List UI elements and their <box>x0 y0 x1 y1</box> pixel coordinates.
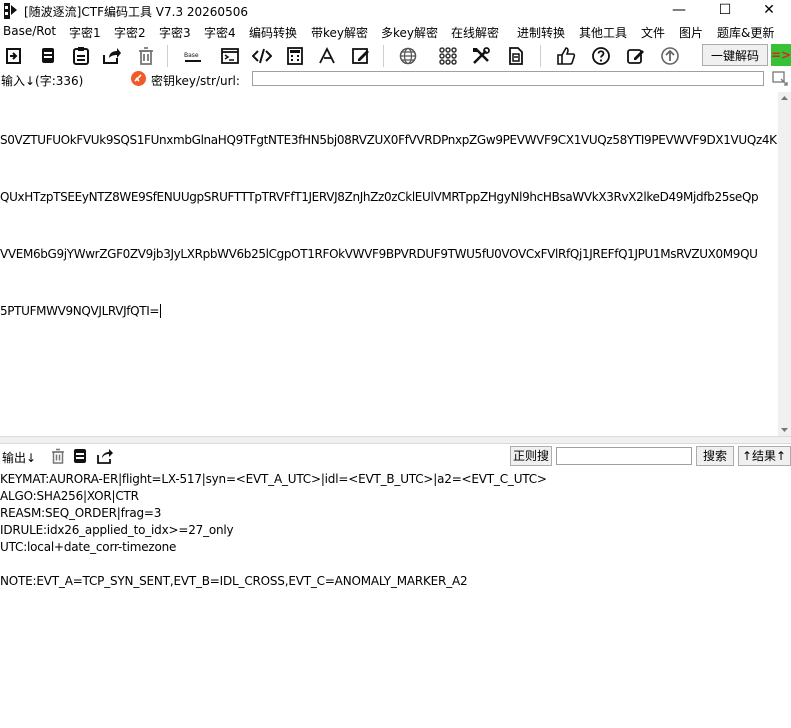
menu-radix-convert[interactable]: 进制转换 <box>517 24 565 41</box>
tools-icon[interactable] <box>471 46 491 66</box>
copy-key-icon[interactable] <box>772 71 790 87</box>
output-line: KEYMAT:AURORA-ER|flight=LX-517|syn=<EVT_… <box>0 472 547 486</box>
import-icon[interactable] <box>4 46 24 66</box>
input-scrollbar[interactable] <box>778 92 791 436</box>
font-icon[interactable] <box>317 46 337 66</box>
regex-search-button[interactable]: 正则搜 <box>510 446 552 466</box>
globe-icon[interactable] <box>398 46 418 66</box>
menu-encoding-convert[interactable]: 编码转换 <box>249 24 297 41</box>
menu-zimi4[interactable]: 字密4 <box>204 24 236 41</box>
terminal-icon[interactable] <box>220 46 240 66</box>
menu-base-rot[interactable]: Base/Rot <box>3 24 56 38</box>
output-trash-icon[interactable] <box>50 448 66 464</box>
app-logo-icon <box>2 2 20 20</box>
file-zip-icon[interactable] <box>506 46 526 66</box>
maximize-button[interactable]: ☐ <box>702 0 748 22</box>
output-line: NOTE:EVT_A=TCP_SYN_SENT,EVT_B=IDL_CROSS,… <box>0 574 468 588</box>
menu-file[interactable]: 文件 <box>641 24 665 41</box>
toolbar-separator <box>383 45 384 67</box>
key-clear-icon[interactable] <box>131 71 146 86</box>
calculator-icon[interactable] <box>285 46 305 66</box>
help-icon[interactable] <box>591 46 611 66</box>
menu-zimi3[interactable]: 字密3 <box>159 24 191 41</box>
output-line: REASM:SEQ_ORDER|frag=3 <box>0 506 162 520</box>
input-line: QUxHTzpTSEEyNTZ8WE9SfENUUgpSRUFTTTpTRVFf… <box>0 190 759 204</box>
key-input[interactable] <box>252 71 764 86</box>
window-title: [随波逐流]CTF编码工具 V7.3 20260506 <box>24 5 248 19</box>
arrow-output-button[interactable]: => <box>771 44 791 66</box>
input-text[interactable]: S0VZTUFUOkFVUk9SQS1FUnxmbGlnaHQ9TFgtNTE3… <box>0 93 778 340</box>
menu-online-decrypt[interactable]: 在线解密 <box>451 24 499 41</box>
menu-zimi1[interactable]: 字密1 <box>69 24 101 41</box>
input-line: VVEM6bG9jYWwrZGF0ZV9jb3JyLXRpbWV6b25lCgp… <box>0 247 758 261</box>
search-button[interactable]: 搜索 <box>696 446 734 466</box>
menu-image[interactable]: 图片 <box>679 24 703 41</box>
output-line: IDRULE:idx26_applied_to_idx>=27_only <box>0 523 234 537</box>
search-input[interactable] <box>556 447 692 465</box>
menu-multikey-decrypt[interactable]: 多key解密 <box>381 24 438 41</box>
trash-icon[interactable] <box>136 46 156 66</box>
output-line: ALGO:SHA256|XOR|CTR <box>0 489 139 503</box>
paste-icon[interactable] <box>71 46 91 66</box>
svg-text:Base: Base <box>184 52 199 59</box>
toolbar-separator <box>540 45 541 67</box>
close-button[interactable]: ✕ <box>746 0 791 22</box>
edit-doc-icon[interactable] <box>351 46 371 66</box>
menu-key-decrypt[interactable]: 带key解密 <box>311 24 368 41</box>
pane-splitter[interactable] <box>0 436 791 444</box>
output-copy-icon[interactable] <box>72 448 88 464</box>
edit-icon[interactable] <box>626 46 646 66</box>
code-icon[interactable] <box>252 46 272 66</box>
share-icon[interactable] <box>101 46 121 66</box>
thumbs-up-icon[interactable] <box>556 46 576 66</box>
input-line: S0VZTUFUOkFVUk9SQS1FUnxmbGlnaHQ9TFgtNTE3… <box>0 133 777 147</box>
key-label: 密钥key/str/url: <box>151 74 240 88</box>
copy-icon[interactable] <box>38 46 58 66</box>
input-line: 5PTUFMWV9NQVJLRVJfQTI= <box>0 304 162 318</box>
menu-question-bank-update[interactable]: 题库&更新 <box>717 24 774 41</box>
minimize-button[interactable]: — <box>656 0 702 22</box>
input-label: 输入↓(字:336) <box>1 74 84 88</box>
menu-zimi2[interactable]: 字密2 <box>114 24 146 41</box>
base-icon[interactable]: Base <box>183 46 203 66</box>
upload-icon[interactable] <box>660 46 680 66</box>
grid-dots-icon[interactable] <box>438 46 458 66</box>
result-to-input-button[interactable]: ↑结果↑ <box>738 446 791 466</box>
output-share-icon[interactable] <box>96 448 114 464</box>
one-click-decode-button[interactable]: 一键解码 <box>702 44 768 66</box>
output-label: 输出↓ <box>2 451 37 465</box>
toolbar-separator <box>167 45 168 67</box>
menu-other-tools[interactable]: 其他工具 <box>579 24 627 41</box>
output-line: UTC:local+date_corr-timezone <box>0 540 177 554</box>
